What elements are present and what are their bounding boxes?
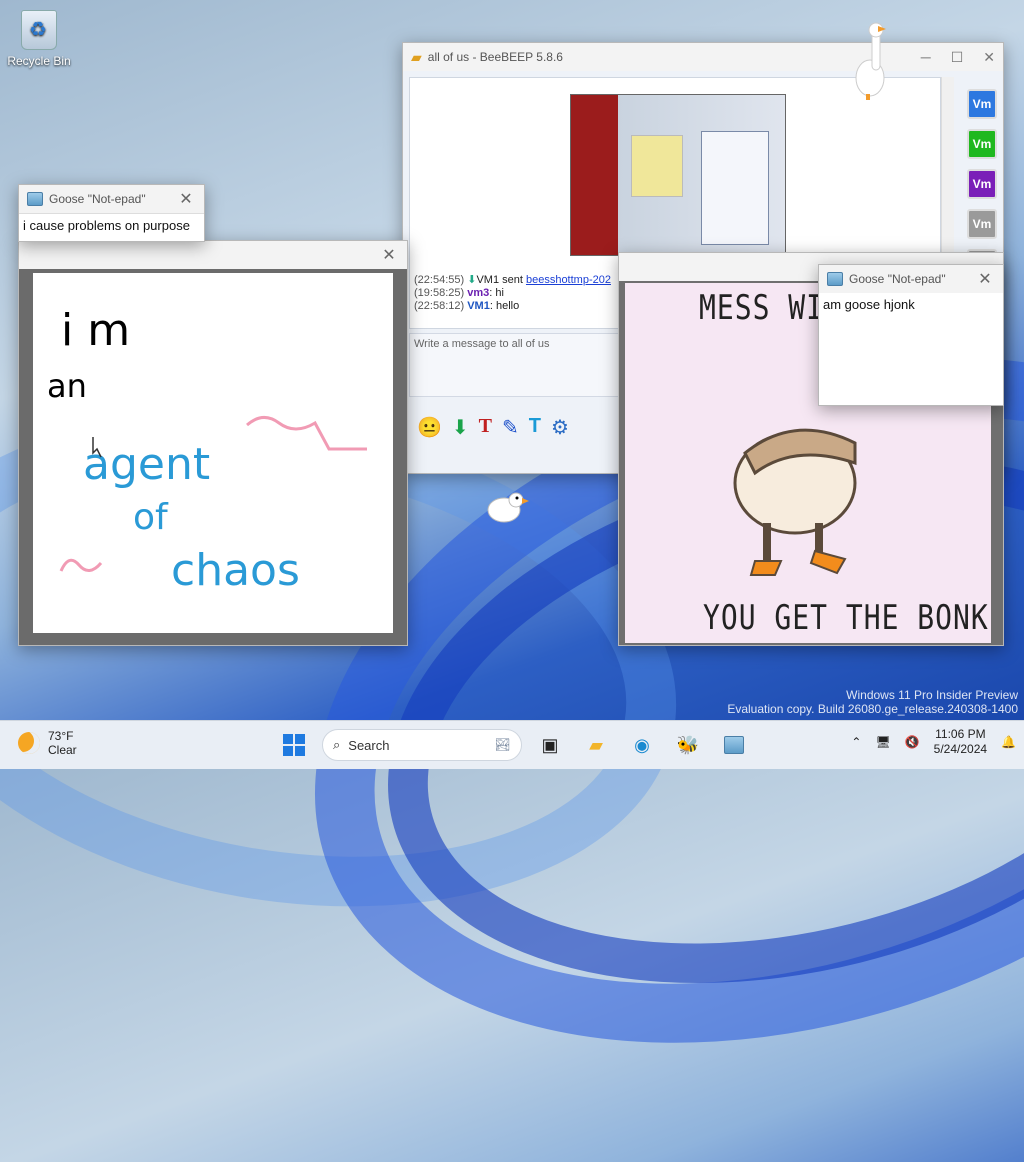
recycle-bin-icon [21, 10, 57, 50]
send-file-icon[interactable]: ⬇ [452, 415, 469, 440]
notification-bell-icon[interactable]: 🔔 [1001, 735, 1016, 749]
windows-icon [283, 734, 305, 756]
gear-icon[interactable]: ⚙ [551, 415, 569, 440]
chat-toolbar: 😐 ⬇ T ✎ T ⚙ [417, 415, 569, 440]
recycle-bin-shortcut[interactable]: Recycle Bin [6, 8, 72, 68]
search-icon: ⌕ [333, 737, 341, 752]
vm-user-button[interactable]: Vm [967, 129, 997, 159]
search-box[interactable]: ⌕ Search 🏞 [322, 729, 522, 761]
drawing-text: an [47, 367, 87, 405]
windows-watermark: Windows 11 Pro Insider Preview Evaluatio… [727, 688, 1018, 716]
goose-sprite[interactable] [484, 484, 530, 533]
beebeep-title: all of us - BeeBEEP 5.8.6 [427, 50, 563, 64]
chat-line: (19:58:25) vm3: hi [414, 287, 504, 299]
taskbar: 73°F Clear ⌕ Search 🏞 ▣ ▰ ◉ 🐝 ⌃ 🖥 🔇 11:0… [0, 720, 1024, 769]
close-icon[interactable]: ✕ [983, 49, 995, 66]
folder-icon: ▰ [589, 734, 603, 755]
maximize-icon[interactable]: ☐ [951, 49, 964, 66]
notepad-icon [827, 272, 843, 286]
drawing-canvas[interactable]: i m an agent of chaos [33, 273, 393, 633]
weather-widget[interactable]: 73°F Clear [18, 729, 77, 757]
close-icon[interactable]: ✕ [176, 189, 196, 209]
close-icon[interactable]: ✕ [379, 245, 399, 265]
drawing-text: of [133, 497, 169, 538]
taskbar-apps: ⌕ Search 🏞 ▣ ▰ ◉ 🐝 [276, 727, 752, 763]
chat-log: (22:54:55) ⬇VM1 sent beesshottmp-202 (19… [414, 274, 611, 313]
goose-sprite[interactable] [848, 20, 888, 103]
file-explorer-button[interactable]: ▰ [578, 727, 614, 763]
drawing-titlebar[interactable]: ✕ [19, 241, 407, 269]
drawing-scribble [59, 558, 103, 572]
goose-illustration [733, 428, 857, 576]
chevron-up-icon[interactable]: ⌃ [851, 735, 861, 749]
note-titlebar[interactable]: Goose "Not-epad" ✕ [819, 265, 1003, 293]
notepad-taskbar-button[interactable] [716, 727, 752, 763]
note-text[interactable]: i cause problems on purpose [19, 213, 204, 237]
search-highlight-icon: 🏞 [494, 737, 511, 752]
shared-screenshot-thumbnail[interactable] [570, 94, 786, 256]
goose-note-window: Goose "Not-epad" ✕ am goose hjonk [818, 264, 1004, 406]
beebeep-taskbar-button[interactable]: 🐝 [670, 727, 706, 763]
sticky-note-thumbnail [631, 135, 683, 197]
bee-icon: 🐝 [676, 734, 700, 755]
chat-line: (22:58:12) VM1: hello [414, 300, 520, 312]
text-format-icon[interactable]: T [529, 415, 541, 440]
notepad-icon [724, 736, 744, 754]
recycle-bin-label: Recycle Bin [7, 54, 71, 68]
edge-icon: ◉ [634, 734, 650, 755]
drawing-window: ✕ i m an agent of chaos [18, 240, 408, 646]
note-title: Goose "Not-epad" [49, 192, 146, 206]
note-title: Goose "Not-epad" [849, 272, 946, 286]
minimize-icon[interactable]: ─ [921, 49, 931, 66]
vm-user-button[interactable]: Vm [967, 209, 997, 239]
drawing-text: agent [83, 439, 210, 490]
weather-temp: 73°F [48, 729, 74, 743]
notepad-icon [27, 192, 43, 206]
screenshot-window-thumbnail [701, 131, 769, 245]
drawing-text: chaos [171, 545, 300, 596]
note-titlebar[interactable]: Goose "Not-epad" ✕ [19, 185, 204, 213]
search-label: Search [348, 737, 390, 753]
weather-desc: Clear [48, 743, 77, 757]
emoji-icon[interactable]: 😐 [417, 415, 442, 440]
network-icon[interactable]: 🖥 [875, 735, 890, 749]
moon-icon [18, 732, 40, 754]
meme-bottom-text: YOU GET THE BONK [703, 597, 989, 638]
color-picker-icon[interactable]: ✎ [502, 415, 519, 440]
note-text[interactable]: am goose hjonk [819, 293, 1003, 401]
font-icon[interactable]: T [479, 415, 492, 440]
volume-muted-icon[interactable]: 🔇 [905, 735, 920, 749]
beebeep-app-icon: ▰ [411, 48, 422, 65]
goose-note-window: Goose "Not-epad" ✕ i cause problems on p… [18, 184, 205, 242]
system-tray: ⌃ 🖥 🔇 11:06 PM 5/24/2024 🔔 [851, 727, 1016, 757]
task-view-icon: ▣ [541, 734, 559, 755]
clock[interactable]: 11:06 PM 5/24/2024 [934, 727, 987, 757]
close-icon[interactable]: ✕ [975, 269, 995, 289]
drawing-text: i m [61, 305, 130, 356]
vm-user-button[interactable]: Vm [967, 89, 997, 119]
message-input[interactable]: Write a message to all of us [409, 333, 623, 397]
shared-file-link[interactable]: beesshottmp-202 [526, 274, 611, 286]
drawing-scribble [246, 416, 367, 451]
vm-user-list: Vm Vm Vm Vm Vm [967, 89, 997, 279]
edge-button[interactable]: ◉ [624, 727, 660, 763]
beebeep-titlebar[interactable]: ▰ all of us - BeeBEEP 5.8.6 ─ ☐ ✕ [403, 43, 1003, 71]
task-view-button[interactable]: ▣ [532, 727, 568, 763]
vm-user-button[interactable]: Vm [967, 169, 997, 199]
start-button[interactable] [276, 727, 312, 763]
chat-line: (22:54:55) ⬇VM1 sent beesshottmp-202 [414, 274, 611, 286]
